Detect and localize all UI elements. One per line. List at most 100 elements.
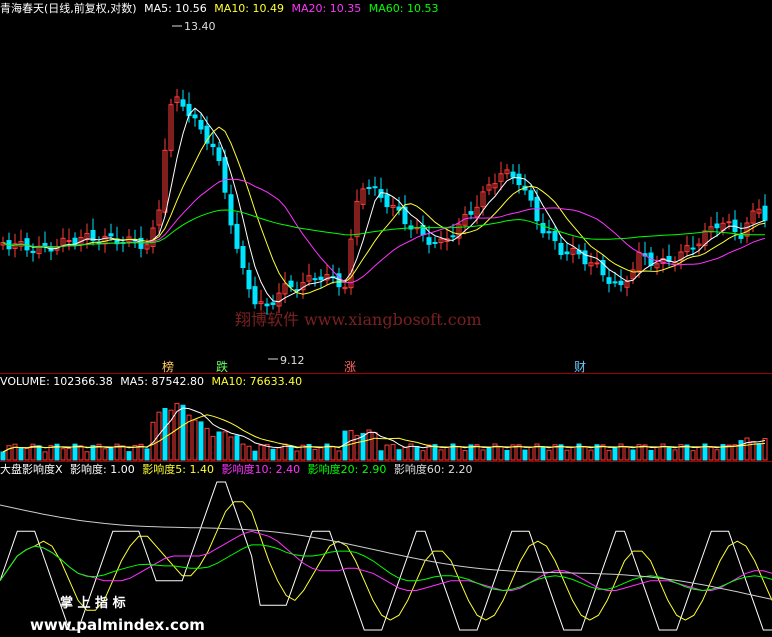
low-price-label: 9.12: [280, 354, 305, 367]
volume-bar: [192, 419, 198, 461]
ma5-line: [2, 107, 766, 303]
volume-bar: [708, 446, 714, 461]
candle-body: [450, 235, 456, 238]
volume-bar: [396, 449, 402, 461]
candle-body: [180, 99, 186, 107]
volume-bar: [66, 447, 72, 461]
volume-bar: [366, 429, 372, 461]
volume-bar: [204, 427, 210, 461]
candle-body: [252, 286, 258, 305]
volume-bar: [666, 446, 672, 461]
event-label-bang: 榜: [162, 359, 174, 374]
volume-bar: [612, 446, 618, 461]
candle-body: [30, 250, 36, 254]
volume-bar: [258, 444, 264, 461]
ma5-readout: MA5: 10.56: [144, 2, 207, 15]
volume-bar: [624, 446, 630, 461]
volume-bar: [384, 444, 390, 461]
candle-body: [540, 222, 546, 234]
volume-bar: [690, 450, 696, 461]
volume-bar: [360, 433, 366, 461]
volume-bar: [648, 449, 654, 461]
footer-watermark-url: www.palmindex.com: [30, 616, 205, 634]
volume-panel: [0, 403, 768, 461]
volume-bar: [246, 445, 252, 461]
impact5-readout: 影响度5: 1.40: [142, 463, 214, 476]
volume-bar: [234, 435, 240, 461]
candle-body: [312, 278, 318, 281]
volume-bar: [18, 448, 24, 461]
impact20-readout: 影响度20: 2.90: [307, 463, 387, 476]
candle-body: [762, 205, 768, 221]
volume-bar: [528, 446, 534, 461]
volume-bar: [180, 404, 186, 461]
volume-bar: [654, 446, 660, 461]
volume-bar: [108, 447, 114, 461]
candle-body: [234, 223, 240, 249]
volume-bar: [714, 449, 720, 461]
volume-bar: [240, 443, 246, 461]
candle-body: [192, 114, 198, 119]
volume-bar: [162, 408, 168, 461]
volume-bar: [522, 449, 528, 461]
candle-body: [528, 190, 534, 201]
candle-body: [546, 231, 552, 234]
volume-bar: [402, 446, 408, 461]
indicator-header: 大盘影响度X 影响度: 1.00 影响度5: 1.40 影响度10: 2.40 …: [0, 462, 477, 478]
volume-bar: [630, 449, 636, 461]
high-price-label: 13.40: [184, 20, 216, 33]
candle-body: [594, 262, 600, 265]
watermark-xiangbo: 翔博软件 www.xiangbosoft.com: [235, 310, 482, 329]
event-label-die: 跌: [216, 359, 228, 374]
volume-bar: [462, 450, 468, 461]
volume-bar: [486, 446, 492, 461]
candle-body: [366, 186, 372, 189]
volume-bar: [60, 448, 66, 461]
ma60-readout: MA60: 10.53: [368, 2, 439, 15]
impact10-readout: 影响度10: 2.40: [221, 463, 301, 476]
candle-body: [690, 247, 696, 250]
volume-bar: [84, 451, 90, 461]
volume-bar: [330, 445, 336, 461]
volume-bar: [294, 450, 300, 461]
event-label-cai: 财: [574, 360, 586, 374]
volume-bar: [6, 445, 12, 461]
candle-body: [606, 277, 612, 284]
volume-bar: [732, 444, 738, 461]
indicator-name: 大盘影响度X: [0, 463, 63, 476]
candle-body: [564, 251, 570, 255]
volume-bar: [252, 450, 258, 461]
volume-bar: [318, 447, 324, 461]
volume-bar: [276, 447, 282, 461]
volume-bar: [36, 445, 42, 461]
volume-bar: [228, 436, 234, 461]
vol-ma10-readout: MA10: 76633.40: [211, 375, 303, 388]
volume-bar: [438, 449, 444, 461]
volume-bar: [198, 421, 204, 461]
volume-bar: [312, 448, 318, 461]
volume-header: VOLUME: 102366.38 MA5: 87542.80 MA10: 76…: [0, 374, 306, 390]
candle-body: [738, 233, 744, 239]
candle-body: [516, 173, 522, 186]
candle-body: [198, 119, 204, 130]
volume-bar: [456, 446, 462, 461]
chart-canvas: 翔博软件 www.xiangbosoft.com 13.40 9.12 榜 跌 …: [0, 20, 772, 634]
volume-bar: [78, 445, 84, 461]
candle-body: [24, 238, 30, 251]
candle-body: [612, 281, 618, 284]
candle-body: [558, 242, 564, 256]
candle-body: [372, 186, 378, 189]
volume-bar: [390, 444, 396, 461]
candle-body: [264, 303, 270, 307]
impact60-line: [0, 504, 772, 600]
volume-bar: [144, 448, 150, 461]
volume-bar: [0, 451, 6, 461]
volume-readout: VOLUME: 102366.38: [0, 375, 113, 388]
vol-ma5-readout: MA5: 87542.80: [120, 375, 204, 388]
volume-bar: [24, 447, 30, 461]
volume-bar: [42, 451, 48, 461]
candle-body: [66, 240, 72, 243]
impact-readout: 影响度: 1.00: [70, 463, 135, 476]
volume-bar: [216, 431, 222, 461]
volume-bar: [372, 432, 378, 461]
